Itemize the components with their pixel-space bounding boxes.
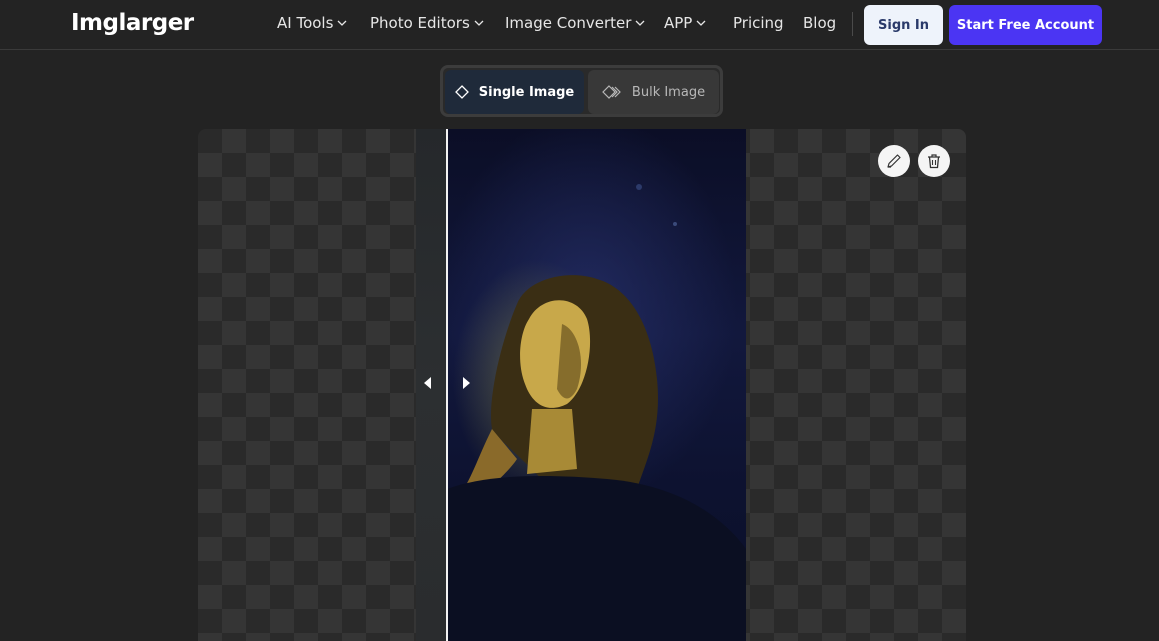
nav-ai-tools-label: AI Tools [277, 14, 334, 32]
nav-divider [852, 12, 853, 36]
delete-image-button[interactable] [918, 145, 950, 177]
nav-app[interactable]: APP [664, 14, 706, 32]
arrow-left-icon[interactable] [424, 377, 431, 389]
single-image-label: Single Image [478, 84, 575, 100]
photo-original-side [416, 129, 447, 641]
nav-photo-editors[interactable]: Photo Editors [370, 14, 484, 32]
sign-in-button[interactable]: Sign In [864, 5, 943, 45]
bulk-image-label: Bulk Image [631, 84, 706, 100]
image-preview-canvas [198, 129, 966, 641]
compare-slider-line[interactable] [446, 129, 448, 641]
photo-enhanced-side [447, 129, 746, 641]
chevron-down-icon [696, 20, 706, 26]
pencil-icon [887, 154, 901, 168]
chevron-down-icon [635, 20, 645, 26]
chevron-down-icon [474, 20, 484, 26]
stacked-diamonds-icon [602, 85, 621, 99]
nav-image-converter-label: Image Converter [505, 14, 632, 32]
nav-image-converter[interactable]: Image Converter [505, 14, 645, 32]
nav-app-label: APP [664, 14, 693, 32]
nav-ai-tools[interactable]: AI Tools [277, 14, 347, 32]
imglarger-logo[interactable]: Imglarger [71, 10, 194, 36]
edit-image-button[interactable] [878, 145, 910, 177]
arrow-right-icon[interactable] [463, 377, 470, 389]
bulk-image-tab[interactable]: Bulk Image [588, 70, 719, 114]
top-navigation-bar: Imglarger AI Tools Photo Editors Image C… [0, 0, 1159, 50]
trash-icon [928, 154, 940, 169]
single-image-tab[interactable]: Single Image [445, 70, 584, 114]
image-mode-toggle: Single Image Bulk Image [440, 65, 723, 117]
nav-pricing-label: Pricing [733, 14, 784, 32]
nav-blog-label: Blog [803, 14, 837, 32]
diamond-icon [454, 85, 469, 99]
nav-pricing[interactable]: Pricing [733, 14, 784, 32]
nav-photo-editors-label: Photo Editors [370, 14, 470, 32]
chevron-down-icon [337, 20, 347, 26]
start-free-account-button[interactable]: Start Free Account [949, 5, 1102, 45]
nav-blog[interactable]: Blog [803, 14, 836, 32]
portrait-illustration [447, 184, 746, 641]
